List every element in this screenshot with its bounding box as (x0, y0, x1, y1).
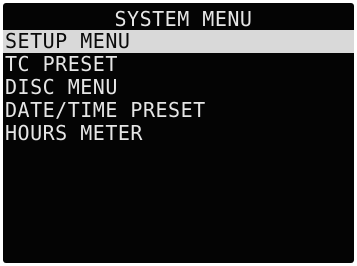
menu-title: SYSTEM MENU (114, 7, 253, 31)
osd-screen: SYSTEM MENU SETUP MENU TC PRESET DISC ME… (3, 3, 354, 263)
menu-item-disc-menu[interactable]: DISC MENU (3, 76, 354, 99)
menu-item-setup-menu[interactable]: SETUP MENU (3, 30, 354, 53)
menu-item-tc-preset[interactable]: TC PRESET (3, 53, 354, 76)
menu-list: SETUP MENU TC PRESET DISC MENU DATE/TIME… (3, 30, 354, 145)
menu-item-date-time-preset[interactable]: DATE/TIME PRESET (3, 99, 354, 122)
menu-item-hours-meter[interactable]: HOURS METER (3, 122, 354, 145)
